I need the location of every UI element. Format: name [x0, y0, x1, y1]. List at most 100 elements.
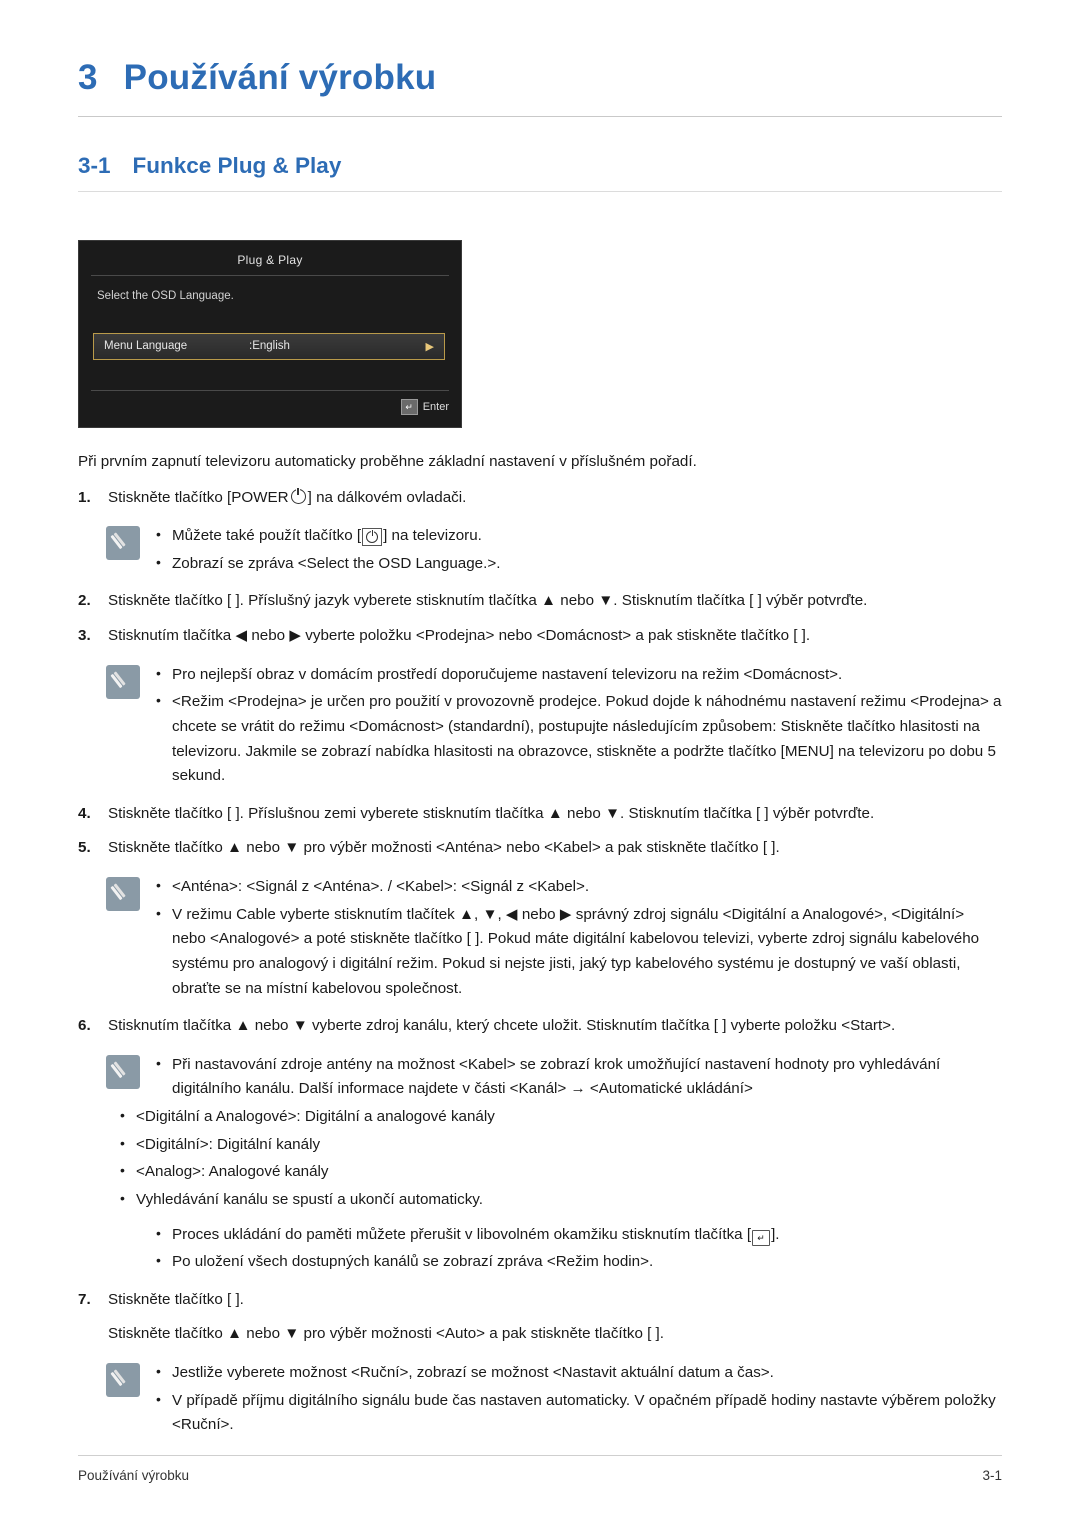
osd-menu-language-label: Menu Language	[104, 340, 188, 352]
note-step-6-bullets: Při nastavování zdroje antény na možnost…	[154, 1052, 1002, 1102]
footer-row: Používání výrobku 3-1	[78, 1468, 1002, 1483]
step-6-text: Stisknutím tlačítka ▲ nebo ▼ vyberte zdr…	[108, 1017, 896, 1035]
step-4-index: 4.	[78, 804, 91, 822]
section-divider	[78, 191, 1002, 192]
step-4: 4. Stiskněte tlačítko [ ]. Příslušnou ze…	[78, 802, 1002, 827]
chevron-right-icon: ▶	[425, 341, 434, 353]
osd-screen: Plug & Play Select the OSD Language. Men…	[78, 240, 462, 428]
list-item: Proces ukládání do paměti můžete přeruši…	[154, 1222, 1002, 1248]
chapter-title: Používání výrobku	[123, 58, 437, 97]
step-1-text: Stiskněte tlačítko [POWER ] na dálkovém o…	[108, 486, 1002, 511]
osd-bottom-divider	[91, 390, 449, 391]
note-step-5: <Anténa>: <Signál z <Anténa>. / <Kabel>:…	[106, 874, 1002, 1004]
note-step-7-body: Jestliže vyberete možnost <Ruční>, zobra…	[154, 1360, 1002, 1441]
list-item: Po uložení všech dostupných kanálů se zo…	[154, 1249, 1002, 1275]
step-7-text: Stiskněte tlačítko [ ].	[108, 1290, 244, 1308]
step-4-text: Stiskněte tlačítko [ ]. Příslušnou zemi …	[108, 804, 875, 822]
osd-enter-hint: ↵ Enter	[400, 399, 449, 415]
section-title: Funkce Plug & Play	[132, 153, 342, 178]
step-3-index: 3.	[78, 627, 91, 645]
step-6: 6. Stisknutím tlačítka ▲ nebo ▼ vyberte …	[78, 1014, 1002, 1039]
note-text-after: ] na televizoru.	[383, 527, 482, 545]
enter-key-icon: ↵	[400, 399, 418, 415]
step-1-text-after: ] na dálkovém ovladači.	[307, 488, 467, 506]
osd-description: Select the OSD Language.	[97, 290, 234, 302]
page-content: 3 Používání výrobku 3-1 Funkce Plug & Pl…	[78, 0, 1002, 1441]
note-step-6-extra-body: Proces ukládání do paměti můžete přeruši…	[154, 1222, 1002, 1278]
note-step-3-bullets: Pro nejlepší obraz v domácím prostředí d…	[154, 662, 1002, 789]
enter-key-icon: ↵	[752, 1230, 771, 1247]
list-item: Pro nejlepší obraz v domácím prostředí d…	[154, 662, 1002, 688]
note-pencil-icon	[106, 1363, 140, 1398]
step-7-index: 7.	[78, 1290, 91, 1308]
note-step-5-bullets: <Anténa>: <Signál z <Anténa>. / <Kabel>:…	[154, 874, 1002, 1002]
power-button-icon	[362, 528, 383, 547]
page-footer: Používání výrobku 3-1	[78, 1455, 1002, 1483]
note-step-3-body: Pro nejlepší obraz v domácím prostředí d…	[154, 662, 1002, 792]
note-pencil-icon	[106, 1054, 140, 1089]
osd-top-divider	[91, 275, 449, 276]
list-item: <Digitální a Analogové>: Digitální a ana…	[118, 1104, 1002, 1130]
list-item: Při nastavování zdroje antény na možnost…	[154, 1052, 1002, 1102]
note-step-1-body: Můžete také použít tlačítko [ ] na televi…	[154, 523, 1002, 579]
step-6-index: 6.	[78, 1017, 91, 1035]
osd-figure: Plug & Play Select the OSD Language. Men…	[78, 240, 1002, 428]
footer-left-text: Používání výrobku	[78, 1468, 190, 1483]
chapter-divider	[78, 116, 1002, 117]
list-item: Zobrazí se zpráva <Select the OSD Langua…	[154, 551, 1002, 577]
note-text-before: Můžete také použít tlačítko [	[172, 527, 362, 545]
step-5: 5. Stiskněte tlačítko ▲ nebo ▼ pro výběr…	[78, 836, 1002, 861]
note-step-6-body: Při nastavování zdroje antény na možnost…	[154, 1052, 1002, 1105]
note-text-before: Proces ukládání do paměti můžete přeruši…	[172, 1225, 752, 1243]
note-step-6-extra: Proces ukládání do paměti můžete přeruši…	[106, 1222, 1002, 1278]
note-step-6: Při nastavování zdroje antény na možnost…	[106, 1052, 1002, 1105]
list-item: Vyhledávání kanálu se spustí a ukončí au…	[118, 1187, 1002, 1213]
step-2: 2. Stiskněte tlačítko [ ]. Příslušný jaz…	[78, 589, 1002, 614]
step-1-index: 1.	[78, 488, 91, 506]
osd-enter-label: Enter	[422, 401, 449, 413]
power-icon	[290, 487, 306, 504]
footer-page-number: 3-1	[982, 1468, 1002, 1483]
step-3: 3. Stisknutím tlačítka ◀ nebo ▶ vyberte …	[78, 624, 1002, 649]
step-7: 7. Stiskněte tlačítko [ ].	[78, 1288, 1002, 1313]
step-7-substep: Stiskněte tlačítko ▲ nebo ▼ pro výběr mo…	[108, 1325, 664, 1343]
osd-title: Plug & Play	[237, 253, 303, 267]
list-item: <Režim <Prodejna> je určen pro použití v…	[154, 689, 1002, 789]
step-1-text-before: Stiskněte tlačítko [POWER	[108, 488, 289, 506]
note-text-after: ].	[771, 1225, 780, 1243]
note-pencil-icon	[106, 526, 140, 561]
step-2-text: Stiskněte tlačítko [ ]. Příslušný jazyk …	[108, 592, 868, 610]
step-1: 1. Stiskněte tlačítko [POWER ] na dálkové…	[78, 486, 1002, 511]
osd-menu-language-value: :English	[249, 340, 290, 352]
list-item: <Analog>: Analogové kanály	[118, 1159, 1002, 1185]
list-item: Můžete také použít tlačítko [ ] na televi…	[154, 523, 1002, 549]
list-item: <Anténa>: <Signál z <Anténa>. / <Kabel>:…	[154, 874, 1002, 900]
list-item: Jestliže vyberete možnost <Ruční>, zobra…	[154, 1360, 1002, 1386]
note-pencil-icon	[106, 664, 140, 699]
note-pencil-icon	[106, 877, 140, 912]
osd-menu-language-row[interactable]: Menu Language :English ▶	[93, 333, 445, 360]
note-step-1-bullets: Můžete také použít tlačítko [ ] na televi…	[154, 523, 1002, 577]
list-item: V režimu Cable vyberte stisknutím tlačít…	[154, 902, 1002, 1002]
note-step-6-plain-bullets: <Digitální a Analogové>: Digitální a ana…	[118, 1104, 1002, 1213]
step-5-text: Stiskněte tlačítko ▲ nebo ▼ pro výběr mo…	[108, 839, 780, 857]
note-step-7-bullets: Jestliže vyberete možnost <Ruční>, zobra…	[154, 1360, 1002, 1438]
note-step-3: Pro nejlepší obraz v domácím prostředí d…	[106, 662, 1002, 792]
section-number: 3-1	[78, 153, 111, 178]
step-3-text: Stisknutím tlačítka ◀ nebo ▶ vyberte pol…	[108, 627, 811, 645]
footer-divider	[78, 1455, 1002, 1456]
note-step-1: Můžete také použít tlačítko [ ] na televi…	[106, 523, 1002, 579]
chapter-number: 3	[78, 58, 98, 97]
note-text: Zobrazí se zpráva <Select the OSD Langua…	[172, 554, 501, 572]
intro-paragraph: Při prvním zapnutí televizoru automatick…	[78, 453, 697, 470]
note-step-7: Jestliže vyberete možnost <Ruční>, zobra…	[106, 1360, 1002, 1441]
note-step-6-extra-bullets: Proces ukládání do paměti můžete přeruši…	[154, 1222, 1002, 1275]
step-2-index: 2.	[78, 592, 91, 610]
step-5-index: 5.	[78, 839, 91, 857]
document-page: 3 Používání výrobku 3-1 Funkce Plug & Pl…	[0, 0, 1080, 1527]
list-item: <Digitální>: Digitální kanály	[118, 1132, 1002, 1158]
note-step-5-body: <Anténa>: <Signál z <Anténa>. / <Kabel>:…	[154, 874, 1002, 1004]
chapter-heading: 3 Používání výrobku	[78, 58, 1002, 98]
steps-list: 1. Stiskněte tlačítko [POWER ] na dálkové…	[78, 486, 1002, 1441]
section-heading: 3-1 Funkce Plug & Play	[78, 153, 1002, 179]
